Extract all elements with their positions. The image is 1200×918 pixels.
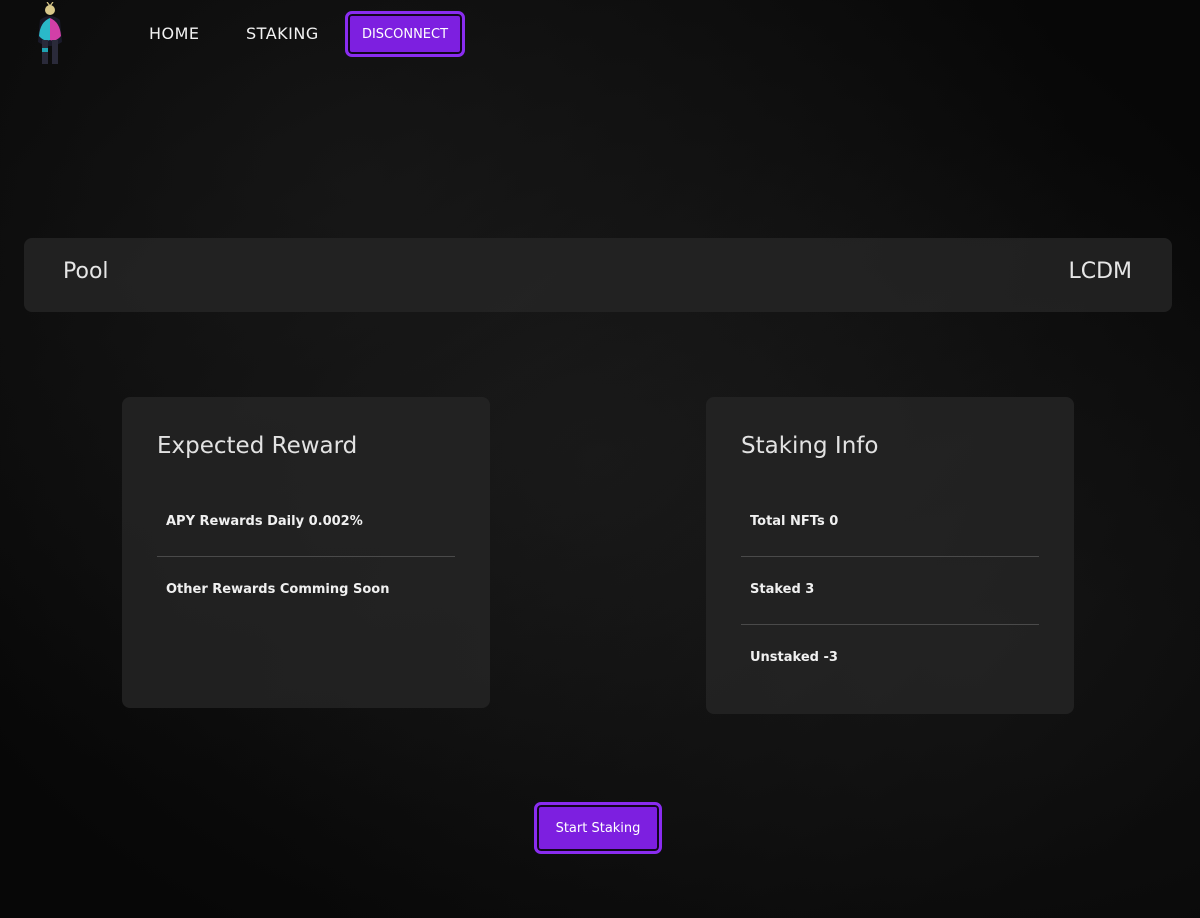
top-nav: HOME STAKING DISCONNECT (0, 0, 1200, 70)
logo-icon[interactable] (30, 1, 70, 66)
staking-info-card: Staking Info Total NFTs 0 Staked 3 Unsta… (706, 397, 1074, 714)
staking-info-title: Staking Info (741, 433, 879, 459)
nav-home-link[interactable]: HOME (149, 24, 200, 43)
start-staking-button[interactable]: Start Staking (534, 802, 662, 854)
disconnect-button[interactable]: DISCONNECT (345, 11, 465, 57)
total-nfts-text: Total NFTs 0 (750, 514, 839, 529)
staked-text: Staked 3 (750, 582, 815, 597)
pool-label: Pool (63, 259, 109, 284)
pool-bar: Pool LCDM (24, 238, 1172, 312)
staking-page: HOME STAKING DISCONNECT Pool LCDM Expect… (0, 0, 1200, 918)
list-item: APY Rewards Daily 0.002% (157, 489, 455, 557)
other-rewards-text: Other Rewards Comming Soon (166, 582, 390, 597)
list-item: Unstaked -3 (741, 625, 1039, 693)
apy-rewards-text: APY Rewards Daily 0.002% (166, 514, 363, 529)
pool-value: LCDM (1068, 259, 1132, 284)
unstaked-text: Unstaked -3 (750, 650, 838, 665)
nav-staking-link[interactable]: STAKING (246, 24, 319, 43)
expected-reward-title: Expected Reward (157, 433, 358, 459)
list-item: Staked 3 (741, 557, 1039, 625)
expected-reward-card: Expected Reward APY Rewards Daily 0.002%… (122, 397, 490, 708)
list-item: Total NFTs 0 (741, 489, 1039, 557)
list-item: Other Rewards Comming Soon (157, 557, 455, 625)
